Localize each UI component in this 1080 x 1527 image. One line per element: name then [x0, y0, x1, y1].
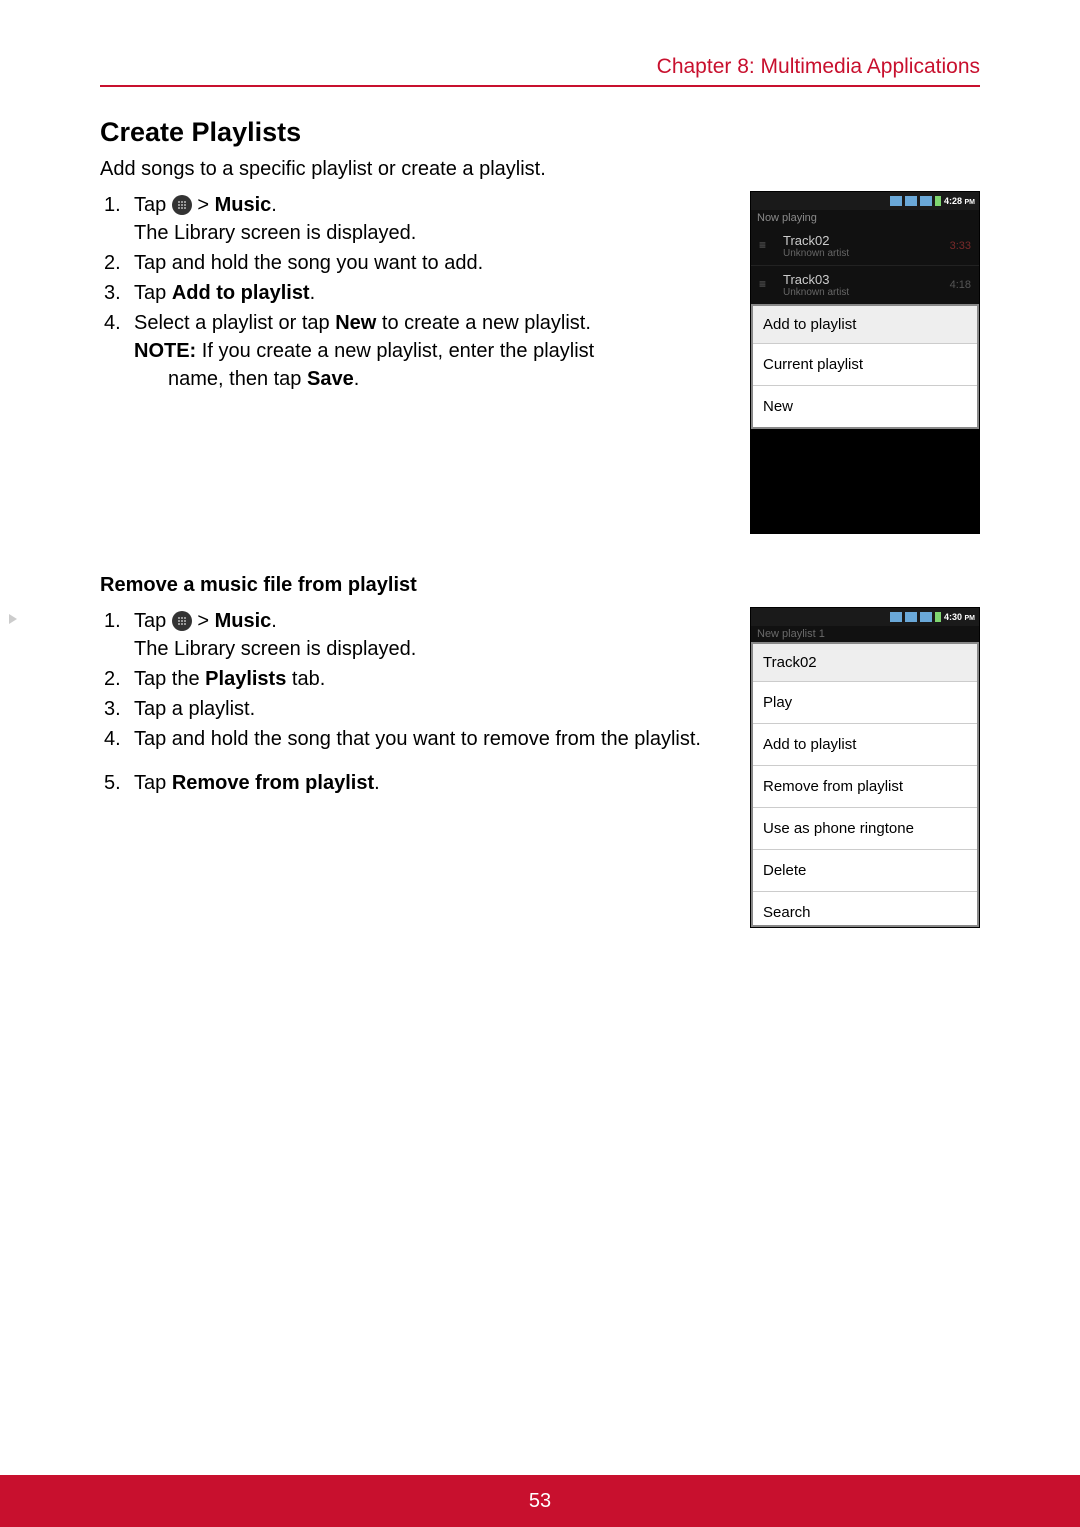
menu-item-use-as-ringtone[interactable]: Use as phone ringtone [753, 808, 977, 850]
menu-item-search[interactable]: Search [753, 892, 977, 925]
context-menu: Track02 Play Add to playlist Remove from… [751, 642, 979, 927]
menu-title: Track02 [753, 644, 977, 682]
play-icon [9, 614, 17, 624]
step-4-note: NOTE: If you create a new playlist, ente… [134, 337, 732, 365]
status-bar: 4:28 PM [751, 192, 979, 210]
step-3: Tap Add to playlist. [100, 279, 732, 307]
menu-item-add-to-playlist[interactable]: Add to playlist [753, 724, 977, 766]
chapter-header: Chapter 8: Multimedia Applications [100, 55, 980, 87]
step-2: Tap the Playlists tab. [100, 665, 732, 693]
context-menu: Add to playlist Current playlist New [751, 304, 979, 429]
signal-icon [890, 196, 902, 206]
step-4-note-cont: name, then tap Save. [134, 365, 732, 393]
signal-icon [905, 196, 917, 206]
playlist-name-label: New playlist 1 [751, 626, 979, 642]
signal-icon [920, 612, 932, 622]
step-2: Tap and hold the song you want to add. [100, 249, 732, 277]
track-row[interactable]: ≡ Track03 Unknown artist 4:18 [751, 266, 979, 304]
apps-icon [172, 611, 192, 631]
signal-icon [920, 196, 932, 206]
signal-icon [905, 612, 917, 622]
page-number: 53 [529, 1490, 551, 1512]
remove-from-playlist-steps: Tap > Music. The Library screen is displ… [100, 607, 732, 797]
step-1-sub: The Library screen is displayed. [134, 219, 732, 247]
page-footer: 53 [0, 1475, 1080, 1527]
step-5: Tap Remove from playlist. [100, 769, 732, 797]
menu-item-play[interactable]: Play [753, 682, 977, 724]
battery-icon [935, 196, 941, 206]
signal-icon [890, 612, 902, 622]
track-title: Track02 [783, 233, 950, 248]
subsection-title: Remove a music file from playlist [100, 574, 980, 597]
menu-item-current-playlist[interactable]: Current playlist [753, 344, 977, 386]
status-time: 4:30 PM [944, 612, 975, 622]
step-3: Tap a playlist. [100, 695, 732, 723]
step-1: Tap > Music. The Library screen is displ… [100, 191, 732, 247]
step-1: Tap > Music. The Library screen is displ… [100, 607, 732, 663]
chapter-title: Chapter 8: Multimedia Applications [657, 55, 980, 78]
create-playlist-steps: Tap > Music. The Library screen is displ… [100, 191, 732, 393]
step-4: Select a playlist or tap New to create a… [100, 309, 732, 393]
track-title: Track03 [783, 272, 950, 287]
track-artist: Unknown artist [783, 248, 950, 259]
drag-handle-icon[interactable]: ≡ [759, 281, 775, 288]
menu-item-remove-from-playlist[interactable]: Remove from playlist [753, 766, 977, 808]
track-duration: 3:33 [950, 240, 971, 252]
track-artist: Unknown artist [783, 287, 950, 298]
menu-item-new[interactable]: New [753, 386, 977, 427]
track-row[interactable]: ≡ Track02 Unknown artist 3:33 [751, 227, 979, 266]
status-bar: 4:30 PM [751, 608, 979, 626]
apps-icon [172, 195, 192, 215]
step-1-sub: The Library screen is displayed. [134, 635, 732, 663]
phone-empty-area [751, 429, 979, 533]
step-4: Tap and hold the song that you want to r… [100, 725, 732, 753]
section-intro: Add songs to a specific playlist or crea… [100, 158, 980, 181]
status-time: 4:28 PM [944, 196, 975, 206]
phone-screenshot-1: 4:28 PM Now playing ≡ Track02 Unknown ar… [750, 191, 980, 534]
drag-handle-icon[interactable]: ≡ [759, 242, 775, 249]
now-playing-label: Now playing [751, 210, 979, 227]
phone-screenshot-2: 4:30 PM New playlist 1 Track02 Play Add … [750, 607, 980, 928]
section-title: Create Playlists [100, 117, 980, 148]
menu-item-delete[interactable]: Delete [753, 850, 977, 892]
battery-icon [935, 612, 941, 622]
track-duration: 4:18 [950, 279, 971, 291]
menu-title: Add to playlist [753, 306, 977, 344]
